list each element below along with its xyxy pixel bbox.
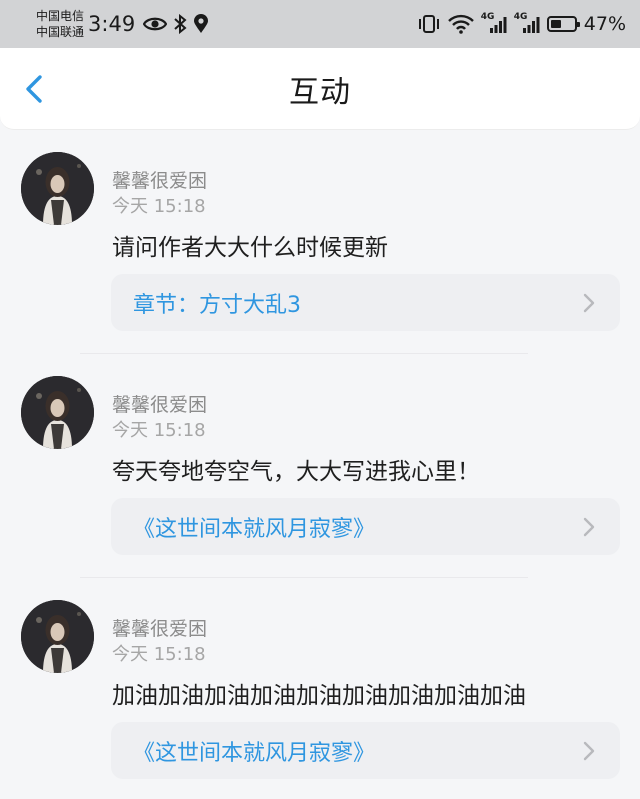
reference-card[interactable]: 《这世间本就风月寂寥》 [111,498,620,555]
comment-item: 馨馨很爱困 今天 15:18 加油加油加油加油加油加油加油加油加油 《这世间本就… [0,578,640,799]
location-icon [194,14,209,33]
avatar[interactable] [21,600,94,673]
chevron-right-icon [583,741,595,761]
carrier-2: 中国联通 [36,25,85,39]
reference-link-text: 《这世间本就风月寂寥》 [133,516,376,542]
vibrate-icon [418,15,439,33]
comment-text: 请问作者大大什么时候更新 [112,235,388,261]
signal-icon-1: 4G [481,12,507,34]
battery-fill [550,20,561,28]
page-title: 互动 [289,75,351,110]
reference-link-text: 章节：方寸大乱3 [133,292,301,318]
signal-icon-2: 4G [514,12,540,34]
chevron-right-icon [583,293,595,313]
comment-item: 馨馨很爱困 今天 15:18 请问作者大大什么时候更新 章节：方寸大乱3 [0,130,640,354]
username[interactable]: 馨馨很爱困 [112,614,207,641]
status-time: 3:49 [88,12,136,36]
comment-item: 馨馨很爱困 今天 15:18 夸天夸地夸空气，大大写进我心里！ 《这世间本就风月… [0,354,640,578]
wifi-icon [447,14,474,34]
carrier-1: 中国电信 [36,9,85,23]
eye-icon [143,17,168,31]
timestamp: 今天 15:18 [112,196,206,217]
reference-card[interactable]: 章节：方寸大乱3 [111,274,620,331]
battery-percent: 47% [583,13,626,35]
timestamp: 今天 15:18 [112,420,206,441]
comment-text: 加油加油加油加油加油加油加油加油加油 [112,683,526,709]
comment-text: 夸天夸地夸空气，大大写进我心里！ [112,459,480,485]
battery-icon [546,16,580,32]
username[interactable]: 馨馨很爱困 [112,166,207,193]
avatar[interactable] [21,152,94,225]
reference-card[interactable]: 《这世间本就风月寂寥》 [111,722,620,779]
carrier-labels: 中国电信 中国联通 [36,8,84,40]
bluetooth-icon [174,14,187,34]
status-bar: 中国电信 中国联通 3:49 4G 4G 47% [0,0,640,48]
timestamp: 今天 15:18 [112,644,206,665]
chevron-right-icon [583,517,595,537]
reference-link-text: 《这世间本就风月寂寥》 [133,740,376,766]
avatar[interactable] [21,376,94,449]
username[interactable]: 馨馨很爱困 [112,390,207,417]
nav-header: 互动 [0,48,640,130]
interaction-feed: 馨馨很爱困 今天 15:18 请问作者大大什么时候更新 章节：方寸大乱3 馨馨很… [0,130,640,799]
